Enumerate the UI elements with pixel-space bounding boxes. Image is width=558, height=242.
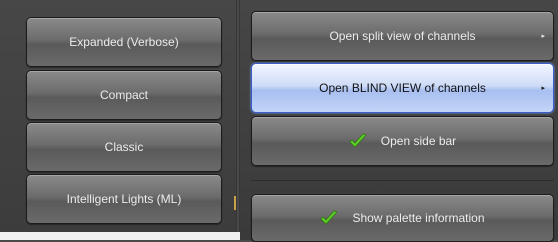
submenu-arrow-icon: ▸ <box>541 33 545 40</box>
compact-button[interactable]: Compact <box>26 70 222 120</box>
compact-label: Compact <box>99 88 149 102</box>
expanded-verbose-button[interactable]: Expanded (Verbose) <box>26 17 222 67</box>
open-blind-view-button[interactable]: Open BLIND VIEW of channels ▸ <box>251 63 554 113</box>
checkmark-icon <box>320 210 339 225</box>
open-blind-view-label: Open BLIND VIEW of channels <box>319 81 486 95</box>
section-separator <box>251 180 554 181</box>
panel-bottom-edge <box>0 232 240 240</box>
checkmark-icon <box>349 133 367 148</box>
open-split-view-button[interactable]: Open split view of channels ▸ <box>251 11 554 61</box>
submenu-arrow-icon: ▸ <box>541 85 545 92</box>
classic-button[interactable]: Classic <box>26 122 222 172</box>
show-palette-info-label: Show palette information <box>352 211 485 225</box>
show-palette-info-content: Show palette information <box>320 210 485 226</box>
intelligent-lights-label: Intelligent Lights (ML) <box>66 192 182 206</box>
classic-label: Classic <box>104 140 144 154</box>
intelligent-lights-button[interactable]: Intelligent Lights (ML) <box>26 174 222 224</box>
expanded-verbose-label: Expanded (Verbose) <box>69 35 179 49</box>
open-split-view-label: Open split view of channels <box>329 29 476 43</box>
open-side-bar-button[interactable]: Open side bar <box>251 116 554 166</box>
open-side-bar-content: Open side bar <box>349 133 456 149</box>
open-side-bar-label: Open side bar <box>380 134 457 148</box>
resize-handle-marker <box>234 196 236 210</box>
show-palette-info-button[interactable]: Show palette information <box>251 194 554 242</box>
